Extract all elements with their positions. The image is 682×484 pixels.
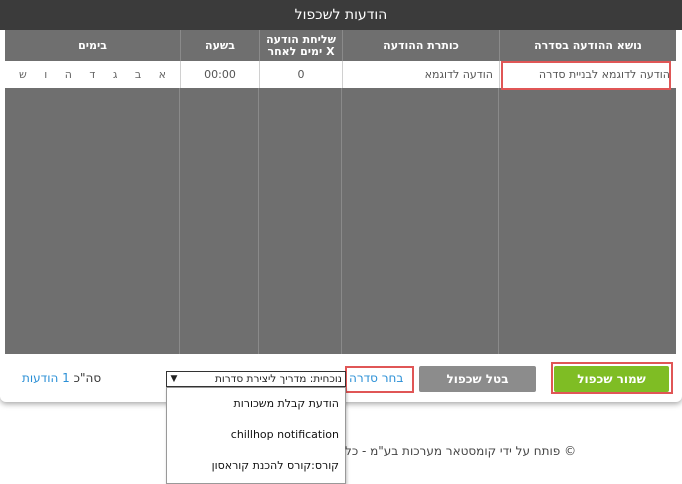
save-button-highlight	[551, 362, 673, 394]
choose-series-highlight	[345, 366, 414, 393]
day-4: ד	[89, 68, 96, 81]
total-count: 1	[62, 371, 70, 385]
total-prefix: סה"כ	[73, 371, 102, 385]
modal-header: הודעות לשכפול	[0, 0, 682, 30]
days-list: א ב ג ד ה ו ש	[5, 68, 180, 81]
day-7: ש	[19, 68, 27, 81]
column-divider	[179, 88, 180, 354]
cell-send-after: 0	[259, 61, 342, 88]
copyright-text: © פותח על ידי קומסטאר מערכות בע"מ - כל	[345, 444, 577, 458]
cell-days: א ב ג ד ה ו ש	[5, 61, 180, 88]
day-3: ג	[112, 68, 118, 81]
subject-cell-highlight	[501, 61, 671, 90]
header-time: בשעה	[180, 30, 259, 61]
table-header: נושא ההודעה בסדרה כותרת ההודעה שליחת הוד…	[5, 30, 676, 61]
header-heading: כותרת ההודעה	[342, 30, 499, 61]
cell-time: 00:00	[180, 61, 259, 88]
header-days: בימים	[78, 38, 107, 52]
duplicate-messages-modal: הודעות לשכפול נושא ההודעה בסדרה כותרת הה…	[0, 0, 682, 402]
header-send-after-line2: X ימים לאחר	[267, 44, 335, 58]
column-divider	[258, 88, 259, 354]
header-send-after-line1: שליחת הודעה	[266, 32, 336, 46]
cell-heading: הודעה לדוגמא	[342, 61, 499, 88]
total-unit: הודעות	[22, 371, 59, 385]
header-send-after: שליחת הודעה X ימים לאחר	[259, 30, 342, 61]
day-6: ו	[44, 68, 48, 81]
series-dropdown-list: הודעת קבלת משכורות chillhop notification…	[166, 387, 346, 484]
header-subject: נושא ההודעה בסדרה	[499, 30, 676, 61]
messages-total: סה"כ 1 הודעות	[22, 371, 101, 385]
day-1: א	[158, 68, 166, 81]
dropdown-option[interactable]: הודעת קבלת משכורות	[167, 388, 345, 419]
dropdown-option[interactable]: קורס:קורס להכנת קוראסון	[167, 450, 345, 481]
series-select[interactable]: נוכחית: מדריך ליצירת סדרות ▼	[166, 371, 346, 387]
cancel-duplicate-button[interactable]: בטל שכפול	[419, 366, 536, 392]
day-5: ה	[64, 68, 72, 81]
column-divider	[498, 88, 499, 354]
day-2: ב	[134, 68, 142, 81]
column-divider	[341, 88, 342, 354]
modal-title: הודעות לשכפול	[294, 7, 388, 23]
chevron-down-icon: ▼	[170, 374, 178, 384]
series-select-value: נוכחית: מדריך ליצירת סדרות	[214, 373, 342, 385]
dropdown-option[interactable]: chillhop notification	[167, 419, 345, 450]
